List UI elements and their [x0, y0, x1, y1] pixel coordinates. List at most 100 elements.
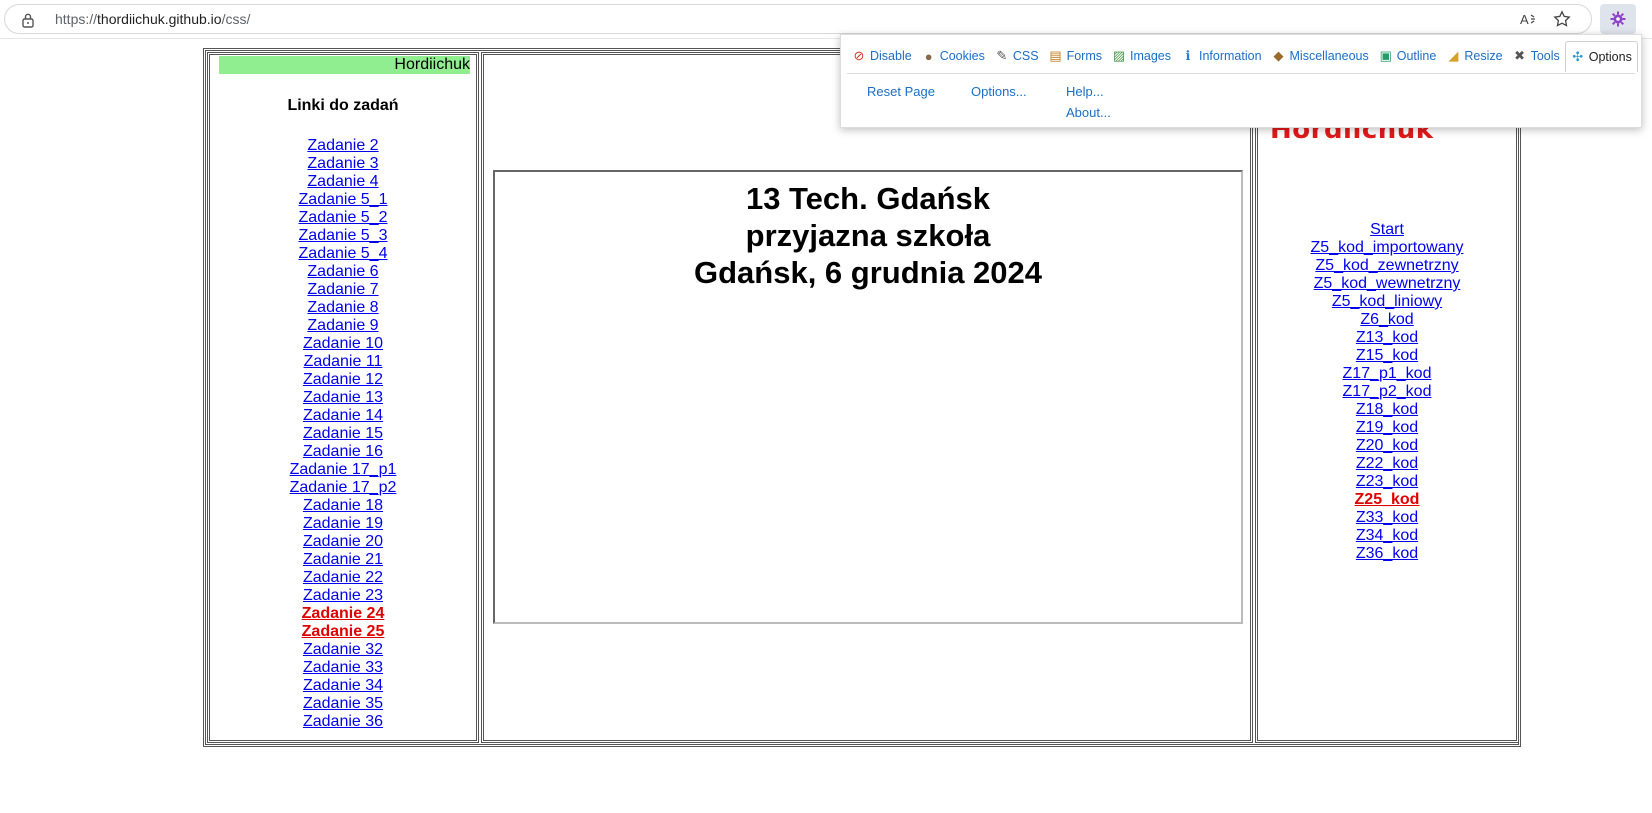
link-zadanie-23[interactable]: Zadanie 23 [210, 587, 476, 605]
tab-outline[interactable]: ▣ Outline [1374, 41, 1442, 71]
tab-label: Information [1198, 49, 1262, 63]
tab-options[interactable]: ✣ Options [1564, 40, 1638, 72]
code-link-z13-kod[interactable]: Z13_kod [1258, 329, 1516, 347]
link-zadanie-24[interactable]: Zadanie 24 [210, 605, 476, 623]
code-link-z15-kod[interactable]: Z15_kod [1258, 347, 1516, 365]
link-zadanie-7[interactable]: Zadanie 7 [210, 281, 476, 299]
tab-miscellaneous[interactable]: ◆ Miscellaneous [1267, 41, 1374, 71]
link-zadanie-5-2[interactable]: Zadanie 5_2 [210, 209, 476, 227]
code-link-start[interactable]: Start [1258, 221, 1516, 239]
tab-label: Cookies [939, 49, 985, 63]
link-zadanie-22[interactable]: Zadanie 22 [210, 569, 476, 587]
information-icon: ℹ [1185, 48, 1191, 63]
school-motto: przyjazna szkoła [745, 218, 991, 253]
tab-resize[interactable]: ◢ Resize [1441, 41, 1507, 71]
school-name: 13 Tech. Gdańsk [745, 181, 991, 216]
code-link-z17-p1-kod[interactable]: Z17_p1_kod [1258, 365, 1516, 383]
code-link-z5-kod-wewnetrzny[interactable]: Z5_kod_wewnetrzny [1258, 275, 1516, 293]
link-zadanie-16[interactable]: Zadanie 16 [210, 443, 476, 461]
link-zadanie-17-p2[interactable]: Zadanie 17_p2 [210, 479, 476, 497]
tab-forms[interactable]: ▤ Forms [1044, 41, 1107, 71]
code-link-z25-kod[interactable]: Z25_kod [1258, 491, 1516, 509]
code-link-z33-kod[interactable]: Z33_kod [1258, 509, 1516, 527]
place-date: Gdańsk, 6 grudnia 2024 [693, 255, 1043, 290]
options-menu-col1: Reset Page [867, 81, 935, 102]
link-zadanie-35[interactable]: Zadanie 35 [210, 695, 476, 713]
link-zadanie-19[interactable]: Zadanie 19 [210, 515, 476, 533]
code-link-z5-kod-importowany[interactable]: Z5_kod_importowany [1258, 239, 1516, 257]
code-link-z17-p2-kod[interactable]: Z17_p2_kod [1258, 383, 1516, 401]
link-zadanie-8[interactable]: Zadanie 8 [210, 299, 476, 317]
code-link-z36-kod[interactable]: Z36_kod [1258, 545, 1516, 563]
link-zadanie-20[interactable]: Zadanie 20 [210, 533, 476, 551]
code-link-z5-kod-zewnetrzny[interactable]: Z5_kod_zewnetrzny [1258, 257, 1516, 275]
link-zadanie-33[interactable]: Zadanie 33 [210, 659, 476, 677]
link-zadanie-25[interactable]: Zadanie 25 [210, 623, 476, 641]
link-zadanie-34[interactable]: Zadanie 34 [210, 677, 476, 695]
link-zadanie-21[interactable]: Zadanie 21 [210, 551, 476, 569]
menu-item-about[interactable]: About... [1066, 102, 1111, 123]
link-zadanie-10[interactable]: Zadanie 10 [210, 335, 476, 353]
tab-label: Images [1129, 49, 1171, 63]
tab-information[interactable]: ℹ Information [1176, 41, 1267, 71]
tab-label: Miscellaneous [1289, 49, 1369, 63]
link-zadanie-18[interactable]: Zadanie 18 [210, 497, 476, 515]
miscellaneous-icon: ◆ [1273, 48, 1284, 63]
menu-item-options[interactable]: Options... [971, 81, 1027, 102]
link-zadanie-17-p1[interactable]: Zadanie 17_p1 [210, 461, 476, 479]
link-zadanie-6[interactable]: Zadanie 6 [210, 263, 476, 281]
middle-column: 13 Tech. Gdańsk przyjazna szkoła Gdańsk,… [481, 52, 1253, 743]
extension-gear-icon[interactable] [1600, 4, 1636, 34]
link-zadanie-14[interactable]: Zadanie 14 [210, 407, 476, 425]
extension-popup: ⊘ Disable ● Cookies ✎ CSS ▤ Forms ▨ Images ℹ Inform… [840, 34, 1642, 128]
tab-label: Tools [1530, 49, 1560, 63]
code-link-z22-kod[interactable]: Z22_kod [1258, 455, 1516, 473]
tab-images[interactable]: ▨ Images [1107, 41, 1176, 71]
link-zadanie-3[interactable]: Zadanie 3 [210, 155, 476, 173]
link-zadanie-36[interactable]: Zadanie 36 [210, 713, 476, 731]
options-menu-col3: Help... About... [1066, 81, 1111, 123]
tab-divider [847, 73, 1635, 74]
link-zadanie-13[interactable]: Zadanie 13 [210, 389, 476, 407]
resize-icon: ◢ [1448, 48, 1459, 63]
author-banner: Hordiichuk [219, 56, 470, 74]
code-link-z23-kod[interactable]: Z23_kod [1258, 473, 1516, 491]
code-link-z5-kod-liniowy[interactable]: Z5_kod_liniowy [1258, 293, 1516, 311]
link-zadanie-11[interactable]: Zadanie 11 [210, 353, 476, 371]
tab-label: Disable [870, 49, 912, 63]
link-zadanie-4[interactable]: Zadanie 4 [210, 173, 476, 191]
link-zadanie-5-1[interactable]: Zadanie 5_1 [210, 191, 476, 209]
link-zadanie-5-3[interactable]: Zadanie 5_3 [210, 227, 476, 245]
code-link-z19-kod[interactable]: Z19_kod [1258, 419, 1516, 437]
tab-cookies[interactable]: ● Cookies [917, 41, 990, 71]
tab-css[interactable]: ✎ CSS [990, 41, 1044, 71]
tab-label: Resize [1464, 49, 1503, 63]
code-link-z34-kod[interactable]: Z34_kod [1258, 527, 1516, 545]
links-heading: Linki do zadań [287, 97, 399, 114]
address-bar[interactable]: https://thordiichuk.github.io/css/ A [4, 4, 1592, 34]
link-zadanie-15[interactable]: Zadanie 15 [210, 425, 476, 443]
cookies-icon: ● [924, 48, 933, 64]
link-zadanie-9[interactable]: Zadanie 9 [210, 317, 476, 335]
link-zadanie-5-4[interactable]: Zadanie 5_4 [210, 245, 476, 263]
tab-tools[interactable]: ✖ Tools [1508, 41, 1565, 71]
code-link-z18-kod[interactable]: Z18_kod [1258, 401, 1516, 419]
forms-icon: ▤ [1049, 48, 1062, 63]
link-zadanie-32[interactable]: Zadanie 32 [210, 641, 476, 659]
menu-item-reset-page[interactable]: Reset Page [867, 81, 935, 102]
tab-label: Outline [1396, 49, 1437, 63]
favorite-star-icon[interactable] [1553, 10, 1571, 33]
link-zadanie-2[interactable]: Zadanie 2 [210, 137, 476, 155]
url-text[interactable]: https://thordiichuk.github.io/css/ [55, 11, 250, 27]
link-zadanie-12[interactable]: Zadanie 12 [210, 371, 476, 389]
tab-disable[interactable]: ⊘ Disable [847, 41, 917, 71]
code-link-z6-kod[interactable]: Z6_kod [1258, 311, 1516, 329]
task-links-list: Zadanie 2 Zadanie 3 Zadanie 4 Zadanie 5_1 Za… [210, 137, 476, 731]
extension-tabs: ⊘ Disable ● Cookies ✎ CSS ▤ Forms ▨ Images ℹ Inform… [847, 40, 1638, 72]
outline-icon: ▣ [1379, 48, 1392, 63]
lock-icon[interactable] [21, 12, 35, 33]
read-aloud-icon[interactable]: A [1519, 10, 1537, 33]
code-link-z20-kod[interactable]: Z20_kod [1258, 437, 1516, 455]
tools-icon: ✖ [1514, 48, 1526, 63]
menu-item-help[interactable]: Help... [1066, 81, 1111, 102]
